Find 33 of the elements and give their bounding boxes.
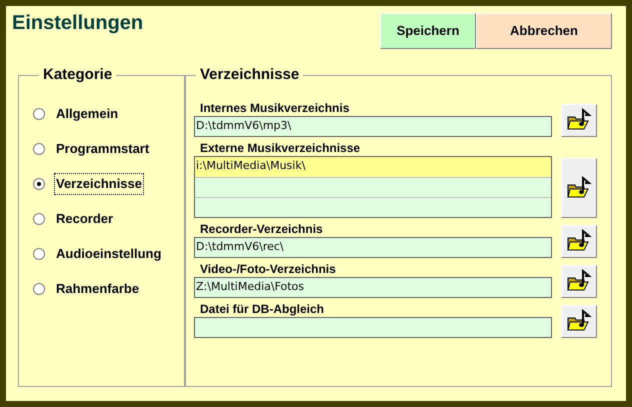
category-label[interactable]: Audioeinstellung [55, 244, 162, 264]
field-label: Internes Musikverzeichnis [199, 100, 350, 116]
category-label[interactable]: Recorder [55, 209, 114, 229]
radio-button[interactable] [33, 213, 45, 225]
save-button[interactable]: Speichern [380, 13, 476, 49]
category-label[interactable]: Rahmenfarbe [55, 279, 140, 299]
field-label: Datei für DB-Abgleich [199, 302, 326, 316]
radio-button[interactable] [33, 108, 45, 120]
field-label: Video-/Foto-Verzeichnis [199, 262, 337, 276]
panel-title: Verzeichnisse [199, 65, 300, 85]
browse-folder-button[interactable] [561, 104, 597, 136]
browse-folder-button[interactable] [561, 304, 597, 338]
field-label: Recorder-Verzeichnis [199, 222, 324, 236]
category-label[interactable]: Programmstart [55, 139, 150, 159]
path-field[interactable] [194, 316, 552, 338]
browse-folder-button[interactable] [561, 264, 597, 298]
folder-music-icon [566, 174, 592, 200]
radio-button[interactable] [33, 248, 45, 260]
category-label[interactable]: Verzeichnisse [55, 174, 143, 194]
path-field[interactable]: D:\tdmmV6\rec\ [194, 236, 552, 258]
category-label[interactable]: Allgemein [55, 104, 120, 124]
path-field[interactable]: D:\tdmmV6\mp3\ [194, 116, 552, 136]
path-list-row[interactable]: i:\MultiMedia\Musik\ [195, 156, 551, 176]
radio-button[interactable] [33, 283, 45, 295]
radio-button[interactable] [33, 178, 45, 190]
browse-folder-button[interactable] [561, 158, 597, 218]
window-title: Einstellungen [12, 11, 144, 36]
field-label: Externe Musikverzeichnisse [199, 140, 362, 156]
radio-button[interactable] [33, 143, 45, 155]
panel-title: Kategorie [42, 65, 114, 85]
browse-folder-button[interactable] [561, 224, 597, 258]
path-field[interactable]: Z:\MultiMedia\Fotos [194, 276, 552, 298]
cancel-button[interactable]: Abbrechen [476, 13, 612, 49]
